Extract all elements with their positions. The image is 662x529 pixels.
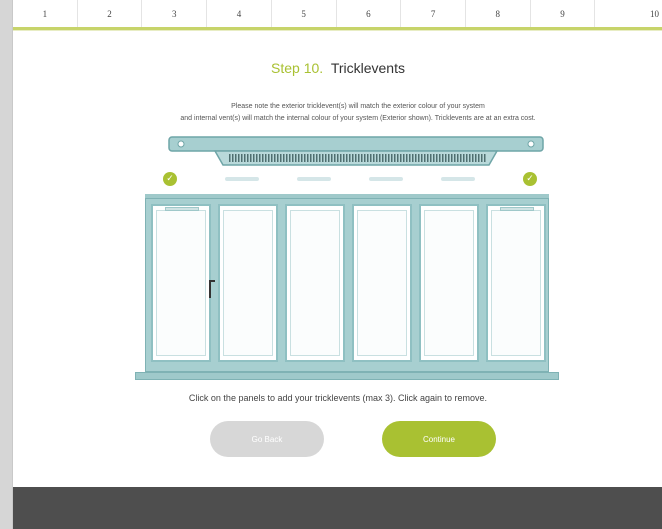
tricklevent-graphic [168,136,544,166]
door-panel-2[interactable] [218,204,278,362]
configurator-frame: 1 2 3 4 5 6 7 8 9 10 Step 10. Trickleven… [12,0,662,529]
step-4[interactable]: 4 [207,0,272,27]
door-panel-1[interactable] [151,204,211,362]
indicator-panel-4[interactable] [369,172,403,186]
indicator-panel-3[interactable] [297,172,331,186]
step-2[interactable]: 2 [78,0,143,27]
door-panel-5[interactable] [419,204,479,362]
step-number: Step 10. [271,60,324,76]
dash-indicator [225,177,259,181]
door-panel-3[interactable] [285,204,345,362]
page-title: Step 10. Tricklevents [13,60,662,76]
door-handle-icon [209,280,215,298]
panel-glass [156,210,206,356]
indicator-panel-1[interactable]: ✓ [163,172,177,186]
description-line-1: Please note the exterior tricklevent(s) … [231,103,485,110]
indicator-panel-2[interactable] [225,172,259,186]
check-icon: ✓ [523,172,537,186]
tricklevent-mark [500,207,534,211]
panel-glass [424,210,474,356]
continue-button[interactable]: Continue [382,421,496,457]
door-panel-4[interactable] [352,204,412,362]
dash-indicator [297,177,331,181]
panel-glass [491,210,541,356]
indicator-panel-5[interactable] [441,172,475,186]
step-1[interactable]: 1 [13,0,78,27]
step-10[interactable]: 10 [595,0,662,27]
panel-glass [357,210,407,356]
step-6[interactable]: 6 [337,0,402,27]
description: Please note the exterior tricklevent(s) … [53,101,662,125]
panel-glass [223,210,273,356]
bifold-door-diagram [125,190,565,384]
go-back-button[interactable]: Go Back [210,421,324,457]
step-7[interactable]: 7 [401,0,466,27]
instruction-text: Click on the panels to add your tricklev… [188,393,488,403]
description-line-2: and internal vent(s) will match the inte… [180,115,536,122]
check-icon: ✓ [163,172,177,186]
step-9[interactable]: 9 [531,0,596,27]
step-progress-bar: 1 2 3 4 5 6 7 8 9 10 [13,0,662,30]
panel-glass [290,210,340,356]
step-3[interactable]: 3 [142,0,208,27]
door-panel-6[interactable] [486,204,546,362]
tricklevent-preview[interactable] [167,135,545,169]
step-progress-underline [13,30,662,31]
step-8[interactable]: 8 [466,0,531,27]
step-5[interactable]: 5 [272,0,337,27]
door-sill [135,372,559,380]
dash-indicator [441,177,475,181]
footer-bar [13,487,662,529]
step-name: Tricklevents [330,60,405,76]
tricklevent-mark [165,207,199,211]
dash-indicator [369,177,403,181]
indicator-panel-6[interactable]: ✓ [523,172,537,186]
